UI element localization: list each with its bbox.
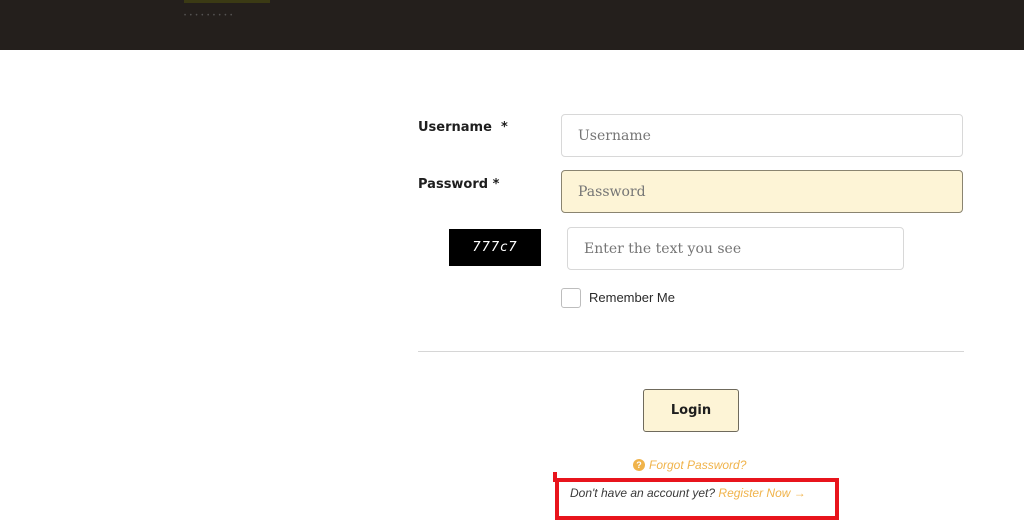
username-label: Username * <box>418 120 508 135</box>
password-label: Password * <box>418 177 500 192</box>
username-input[interactable] <box>561 114 963 157</box>
no-account-text: Don't have an account yet? <box>570 486 716 500</box>
question-circle-icon: ? <box>633 459 645 471</box>
captcha-image: 777c7 <box>449 229 541 266</box>
header-blurred-text: • • • • • • • • • <box>184 13 234 19</box>
captcha-input[interactable] <box>567 227 904 270</box>
header-logo-fragment <box>184 0 270 3</box>
arrow-right-icon: → <box>793 486 806 500</box>
register-now-link[interactable]: Register Now → <box>718 486 805 500</box>
form-divider <box>418 351 964 352</box>
password-input[interactable] <box>561 170 963 213</box>
register-prompt: Don't have an account yet? Register Now … <box>570 486 806 500</box>
forgot-password-link[interactable]: ? Forgot Password? <box>633 458 746 472</box>
login-button[interactable]: Login <box>643 389 739 432</box>
site-header: • • • • • • • • • <box>0 0 1024 50</box>
remember-me-checkbox[interactable] <box>561 288 581 308</box>
forgot-password-label: Forgot Password? <box>649 458 747 472</box>
remember-me-label[interactable]: Remember Me <box>589 290 675 305</box>
